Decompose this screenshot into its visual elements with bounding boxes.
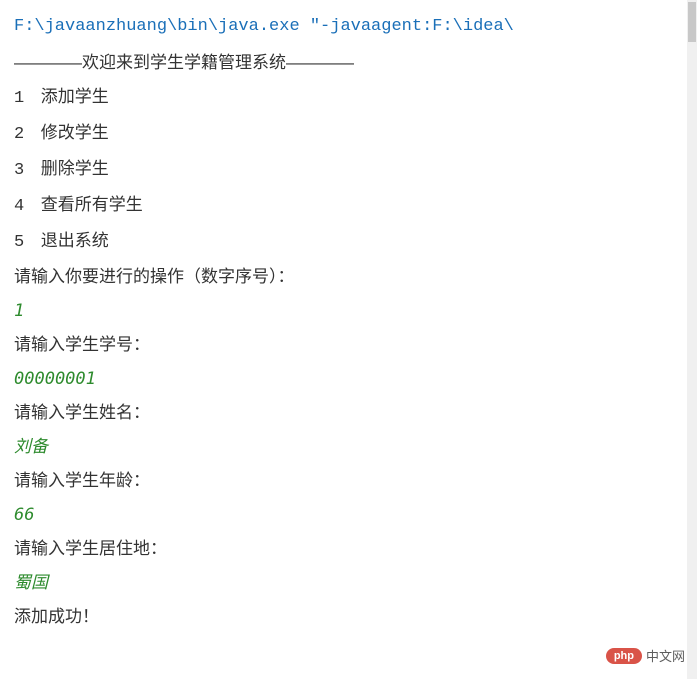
- menu-item-4: 4 查看所有学生: [14, 188, 683, 224]
- menu-label: 删除学生: [41, 159, 109, 178]
- menu-label: 查看所有学生: [41, 195, 143, 214]
- watermark: php 中文网: [606, 646, 685, 665]
- menu-label: 修改学生: [41, 123, 109, 142]
- prompt-student-address: 请输入学生居住地：: [14, 532, 683, 566]
- input-student-name: 刘备: [14, 430, 683, 464]
- menu-label: 添加学生: [41, 87, 109, 106]
- console-output: F:\javaanzhuang\bin\java.exe "-javaagent…: [14, 10, 683, 634]
- welcome-line: ————欢迎来到学生学籍管理系统————: [14, 46, 683, 80]
- result-line: 添加成功！: [14, 600, 683, 634]
- scrollbar-thumb[interactable]: [688, 2, 696, 42]
- menu-num: 5: [14, 226, 36, 260]
- scrollbar[interactable]: [687, 0, 697, 679]
- menu-num: 1: [14, 82, 36, 116]
- command-line: F:\javaanzhuang\bin\java.exe "-javaagent…: [14, 10, 683, 44]
- input-student-age: 66: [14, 498, 683, 532]
- menu-num: 4: [14, 190, 36, 224]
- menu-item-3: 3 删除学生: [14, 152, 683, 188]
- input-student-id: 00000001: [14, 362, 683, 396]
- prompt-student-age: 请输入学生年龄：: [14, 464, 683, 498]
- menu-num: 2: [14, 118, 36, 152]
- menu-item-5: 5 退出系统: [14, 224, 683, 260]
- menu-num: 3: [14, 154, 36, 188]
- prompt-student-id: 请输入学生学号：: [14, 328, 683, 362]
- watermark-badge: php: [606, 648, 642, 664]
- input-student-address: 蜀国: [14, 566, 683, 600]
- prompt-student-name: 请输入学生姓名：: [14, 396, 683, 430]
- menu-item-1: 1 添加学生: [14, 80, 683, 116]
- prompt-operation: 请输入你要进行的操作（数字序号）：: [14, 260, 683, 294]
- input-operation: 1: [14, 294, 683, 328]
- menu-item-2: 2 修改学生: [14, 116, 683, 152]
- menu-label: 退出系统: [41, 231, 109, 250]
- watermark-text: 中文网: [646, 646, 685, 665]
